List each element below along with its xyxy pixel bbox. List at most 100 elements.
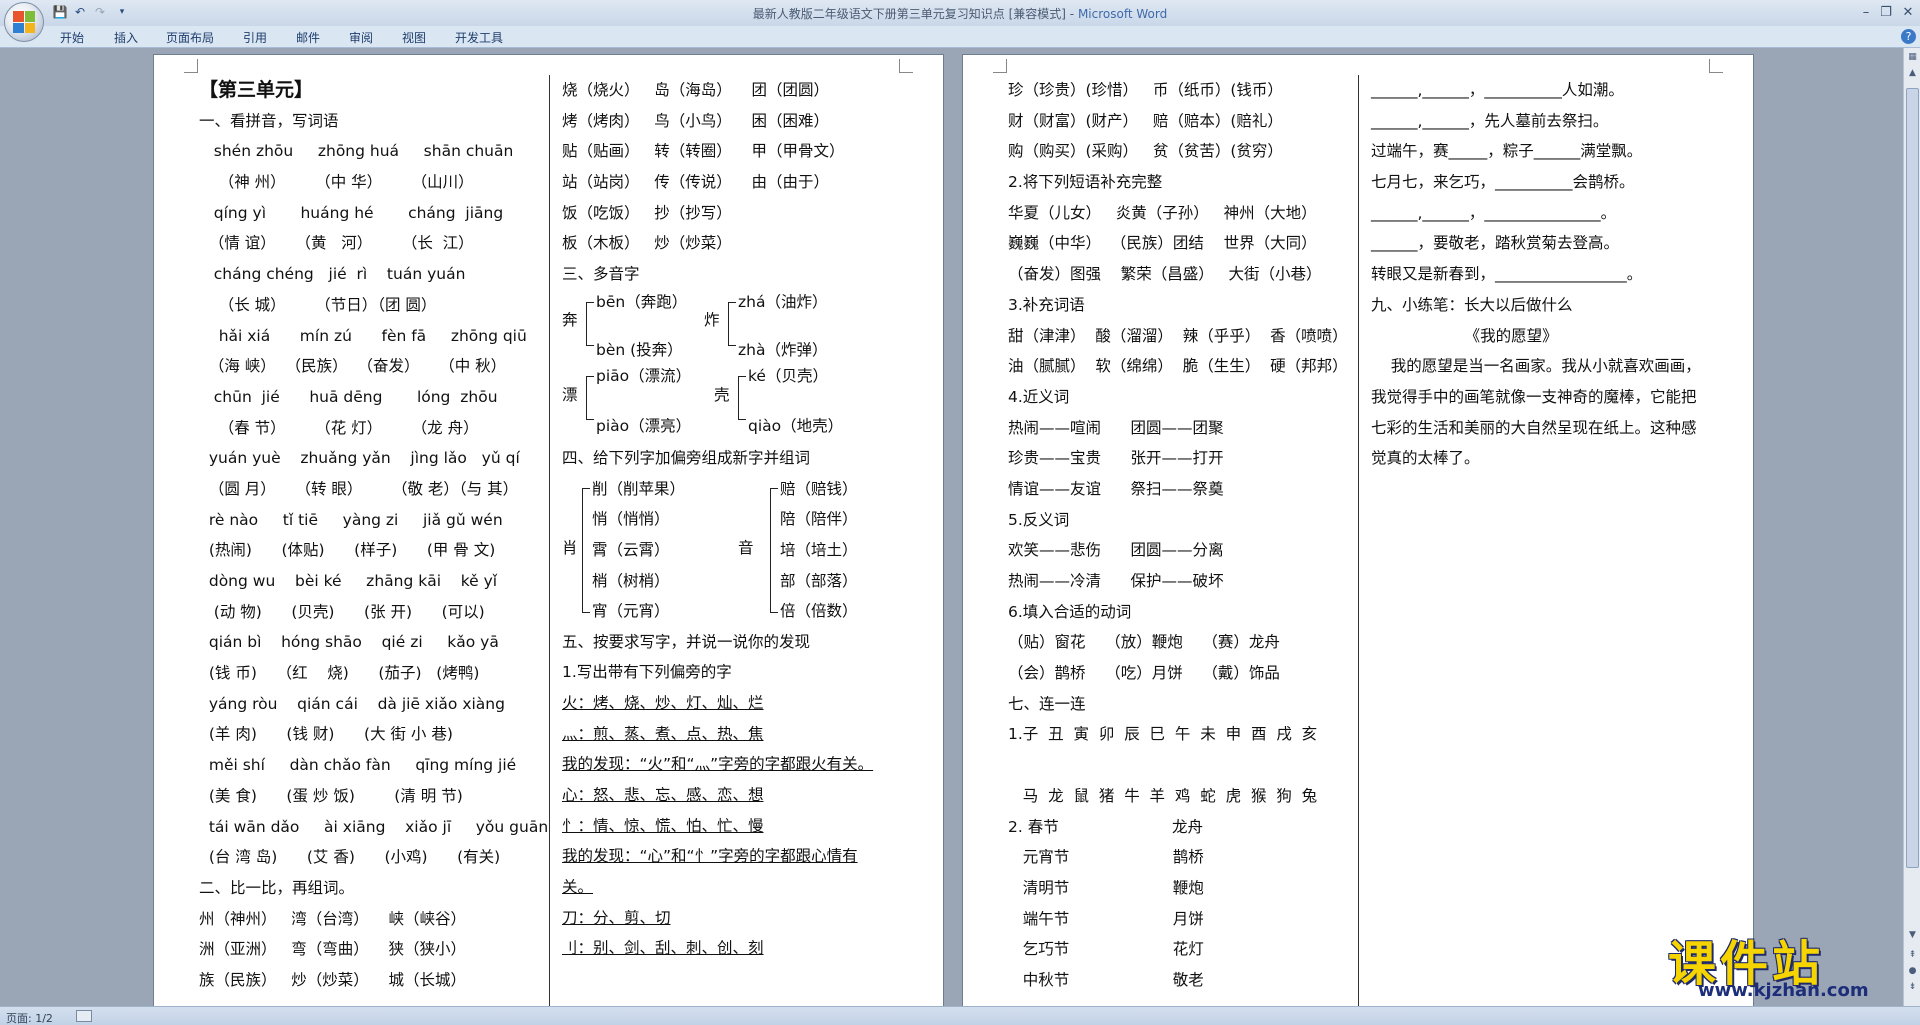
tab-references[interactable]: 引用 (243, 29, 267, 46)
help-icon[interactable]: ? (1901, 29, 1916, 44)
margin-corner-mark (899, 59, 913, 73)
document-workspace[interactable]: 【第三单元】 一、看拼音，写词语 shén zhōu zhōng huá shān… (0, 48, 1903, 1006)
text-line: 1.子 丑 寅 卯 辰 巳 午 未 申 酉 戌 亥 (1008, 725, 1318, 744)
tab-developer[interactable]: 开发工具 (455, 29, 503, 46)
brace-mark (582, 487, 590, 613)
margin-corner-mark (1709, 59, 1723, 73)
text-line: 珍（珍贵）(珍惜） 币（纸币）(钱币） (1008, 81, 1283, 99)
redo-icon[interactable]: ↷ (92, 4, 108, 20)
radical-word: 培（培土） (780, 540, 858, 559)
write-line: 火：烤、烧、炒、灯、灿、烂 (562, 693, 764, 712)
text-line: （春 节） （花 灯） （龙 舟） (199, 418, 479, 437)
text-line: (羊 肉) (钱 财) (大 街 小 巷) (199, 725, 453, 744)
tab-view[interactable]: 视图 (402, 29, 426, 46)
polyphone-char: 炸 (704, 310, 720, 329)
office-button[interactable] (4, 2, 44, 42)
radical-base-char: 肖 (562, 538, 578, 557)
proofing-icon[interactable] (76, 1010, 92, 1022)
radical-word: 倍（倍数） (780, 602, 858, 621)
radical-word: 部（部落） (780, 571, 858, 590)
restore-button[interactable]: ❐ (1876, 3, 1896, 21)
compare-pair-line: 烤（烤肉） 鸟（小鸟） 困（困难） (562, 111, 829, 130)
text-line: 转眼又是新春到，_________________。 (1371, 265, 1643, 284)
text-line: 财（财富）(财产） 赔（赔本）(赔礼） (1008, 111, 1283, 130)
document-page-2[interactable]: 珍（珍贵）(珍惜） 币（纸币）(钱币） 财（财富）(财产） 赔（赔本）(赔礼） 购（… (962, 54, 1754, 1006)
text-line: 一、看拼音，写词语 (199, 111, 339, 130)
watermark-url: www.kjzhan.com (1698, 980, 1869, 1001)
text-line: 过端午，赛_____，粽子______满堂飘。 (1371, 142, 1643, 161)
text-line: 乞巧节 花灯 (1008, 940, 1204, 959)
text-line: měi shí dàn chǎo fàn qīng míng jié (199, 756, 517, 775)
save-icon[interactable]: 💾 (52, 4, 68, 20)
write-line: 灬：煎、蒸、煮、点、热、焦 (562, 724, 764, 743)
text-line: 巍巍（中华） （民族）团结 世界（大同） (1008, 234, 1317, 253)
text-line: 油（腻腻） 软（绵绵） 脆（生生） 硬（邦邦） (1008, 357, 1348, 376)
scroll-up-icon[interactable]: ▲ (1905, 66, 1920, 80)
page-indicator[interactable]: 页面: 1/2 (6, 1010, 53, 1025)
undo-icon[interactable]: ↶ (72, 4, 88, 20)
page1-left-column: 【第三单元】 一、看拼音，写词语 shén zhōu zhōng huá shān… (199, 75, 548, 996)
text-line: 州（神州） 湾（台湾） 峡（峡谷） (199, 909, 466, 928)
text-line: 珍贵——宝贵 张开——打开 (1008, 449, 1224, 468)
brace-mark (586, 301, 594, 346)
text-line: (钱 币) （红 烧) (茄子) (烤鸭) (199, 664, 480, 683)
compare-pair-line: 站（站岗） 传（传说） 由（由于） (562, 173, 829, 192)
page2-left-column: 珍（珍贵）(珍惜） 币（纸币）(钱币） 财（财富）(财产） 赔（赔本）(赔礼） 购（… (1008, 75, 1353, 996)
text-line: 情谊——友谊 祭扫——祭奠 (1008, 479, 1224, 498)
text-line: 族（民族） 炒（炒菜） 城（长城） (199, 970, 466, 989)
text-line: ______,______，__________人如潮。 (1371, 81, 1624, 99)
compare-pair-line: 贴（贴画） 转（转圈） 甲（甲骨文） (562, 142, 845, 161)
text-line: 《我的愿望》 (1371, 326, 1558, 345)
text-line: 2.将下列短语补充完整 (1008, 173, 1163, 192)
text-line: 我的愿望是当一名画家。我从小就喜欢画画， (1371, 357, 1701, 376)
ruler-toggle-icon[interactable]: ▦ (1905, 50, 1920, 64)
status-bar: 页面: 1/2 (0, 1006, 1920, 1025)
radical-word: 削（削苹果） (592, 479, 686, 498)
column-divider (1358, 75, 1359, 1006)
customize-quick-access-icon[interactable]: ▾ (114, 4, 130, 20)
text-line: （神 州） （中 华） （山川） (199, 173, 474, 192)
polyphone-reading: piào（漂亮） (596, 416, 692, 435)
text-line: （海 峡） （民族） （奋发） （中 秋） (199, 357, 507, 376)
write-line: 我的发现：“火”和“灬”字旁的字都跟火有关。 (562, 755, 874, 774)
polyphone-reading: bēn（奔跑） (596, 292, 688, 311)
write-line: 心：怒、悲、忘、感、恋、想 (562, 785, 764, 804)
margin-corner-mark (993, 59, 1007, 73)
write-line: 1.写出带有下列偏旁的字 (562, 663, 732, 682)
brace-mark (770, 487, 778, 613)
tab-insert[interactable]: 插入 (114, 29, 138, 46)
text-line: qíng yì huáng hé cháng jiāng (199, 203, 504, 222)
text-line: dòng wu bèi ké zhāng kāi kě yǐ (199, 572, 498, 590)
text-line: (台 湾 岛) (艾 香) (小鸡) (有关) (199, 848, 501, 867)
radical-base-char: 音 (738, 538, 754, 557)
text-line: 清明节 鞭炮 (1008, 878, 1204, 897)
document-page-1[interactable]: 【第三单元】 一、看拼音，写词语 shén zhōu zhōng huá shān… (153, 54, 944, 1006)
text-line: 热闹——冷清 保护——破坏 (1008, 572, 1224, 590)
write-line: 刀：分、剪、切 (562, 908, 671, 927)
write-line: 关。 (562, 878, 594, 896)
text-line: （圆 月） （转 眼） （敬 老）（与 其） (199, 479, 519, 498)
brace-mark (738, 375, 746, 420)
office-logo-icon (13, 11, 35, 33)
text-line: 4.近义词 (1008, 387, 1070, 406)
polyphone-char: 壳 (714, 385, 730, 404)
scroll-thumb[interactable] (1906, 88, 1919, 868)
write-line: 我的发现：“心”和“忄”字旁的字都跟心情有 (562, 847, 858, 866)
tab-home[interactable]: 开始 (60, 29, 84, 46)
text-line: 二、比一比，再组词。 (199, 878, 355, 897)
text-line: 3.补充词语 (1008, 295, 1085, 314)
text-line: 七彩的生活和美丽的大自然呈现在纸上。这种感 (1371, 418, 1697, 437)
polyphone-reading: bèn (投奔） (596, 340, 683, 359)
tab-page-layout[interactable]: 页面布局 (166, 29, 214, 46)
text-line: cháng chéng jié rì tuán yuán (199, 265, 466, 284)
text-line: 七、连一连 (1008, 694, 1086, 713)
text-line: ______,______，_______________。 (1371, 203, 1617, 222)
text-line: ______，要敬老，踏秋赏菊去登高。 (1371, 234, 1620, 253)
text-line: 甜（津津） 酸（溜溜） 辣（乎乎） 香（喷喷） (1008, 326, 1348, 345)
close-button[interactable]: ✕ (1898, 3, 1918, 21)
vertical-scrollbar[interactable]: ▦ ▲ ▼ ⇞ ● ⇟ (1903, 48, 1920, 1006)
tab-mailings[interactable]: 邮件 (296, 29, 320, 46)
write-line: 刂：别、剑、刮、刺、创、刻 (562, 939, 764, 958)
tab-review[interactable]: 审阅 (349, 29, 373, 46)
minimize-button[interactable]: – (1856, 3, 1876, 21)
